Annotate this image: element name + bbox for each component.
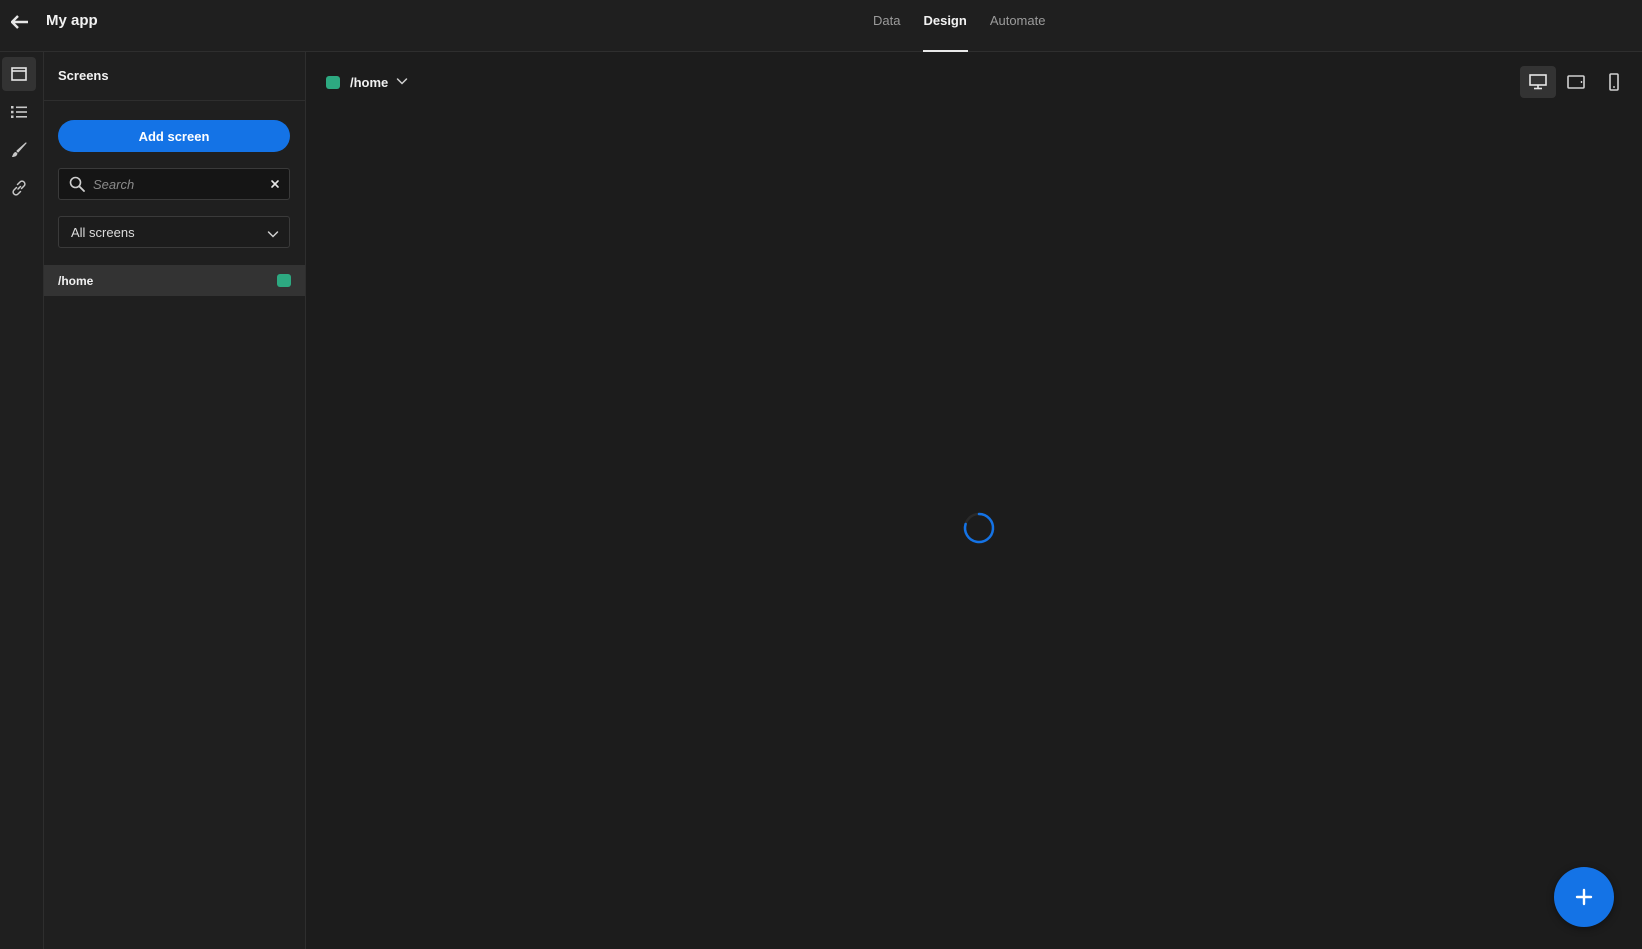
tab-design[interactable]: Design <box>912 0 978 52</box>
screens-panel: Screens Add screen All screens /home <box>44 52 306 949</box>
screen-filter-select[interactable]: All screens <box>58 216 290 248</box>
link-icon <box>12 180 26 196</box>
search-input[interactable] <box>93 169 253 199</box>
route-selector[interactable]: /home <box>326 72 408 92</box>
desktop-icon <box>1529 74 1547 90</box>
add-screen-button[interactable]: Add screen <box>58 120 290 152</box>
rail-link-button[interactable] <box>2 171 36 205</box>
mobile-icon <box>1609 73 1619 91</box>
loading-spinner <box>962 511 996 545</box>
search-icon <box>69 176 85 197</box>
close-icon <box>271 180 279 188</box>
tablet-view-button[interactable] <box>1558 66 1594 98</box>
screen-route: /home <box>58 274 94 288</box>
back-button[interactable] <box>8 10 32 34</box>
plus-icon <box>1575 888 1593 906</box>
clear-search-button[interactable] <box>269 177 281 195</box>
chevron-down-icon <box>267 227 279 242</box>
search-field[interactable] <box>58 168 290 200</box>
screen-list-item[interactable]: /home <box>44 265 305 296</box>
screen-status-dot <box>277 274 291 287</box>
tablet-icon <box>1567 75 1585 89</box>
chevron-down-icon <box>396 73 408 91</box>
add-component-button[interactable] <box>1554 867 1614 927</box>
spinner-icon <box>963 512 995 544</box>
route-status-dot <box>326 75 340 89</box>
rail-screens-button[interactable] <box>2 57 36 91</box>
brush-icon <box>12 142 27 157</box>
nav-tabs: Data Design Automate <box>862 0 1057 52</box>
device-toggle <box>1520 66 1632 98</box>
panel-title: Screens <box>44 52 305 101</box>
route-label: /home <box>350 74 389 90</box>
tab-automate[interactable]: Automate <box>979 0 1058 52</box>
list-icon <box>11 106 27 118</box>
tab-data[interactable]: Data <box>862 0 912 52</box>
rail-list-button[interactable] <box>2 95 36 129</box>
top-bar: My app Data Design Automate <box>0 0 1642 52</box>
app-title: My app <box>46 12 98 29</box>
screen-filter-value: All screens <box>71 225 135 240</box>
screens-icon <box>11 67 27 81</box>
mobile-view-button[interactable] <box>1596 66 1632 98</box>
rail-brush-button[interactable] <box>2 133 36 167</box>
icon-rail <box>0 52 44 949</box>
back-arrow-icon <box>11 15 28 29</box>
desktop-view-button[interactable] <box>1520 66 1556 98</box>
